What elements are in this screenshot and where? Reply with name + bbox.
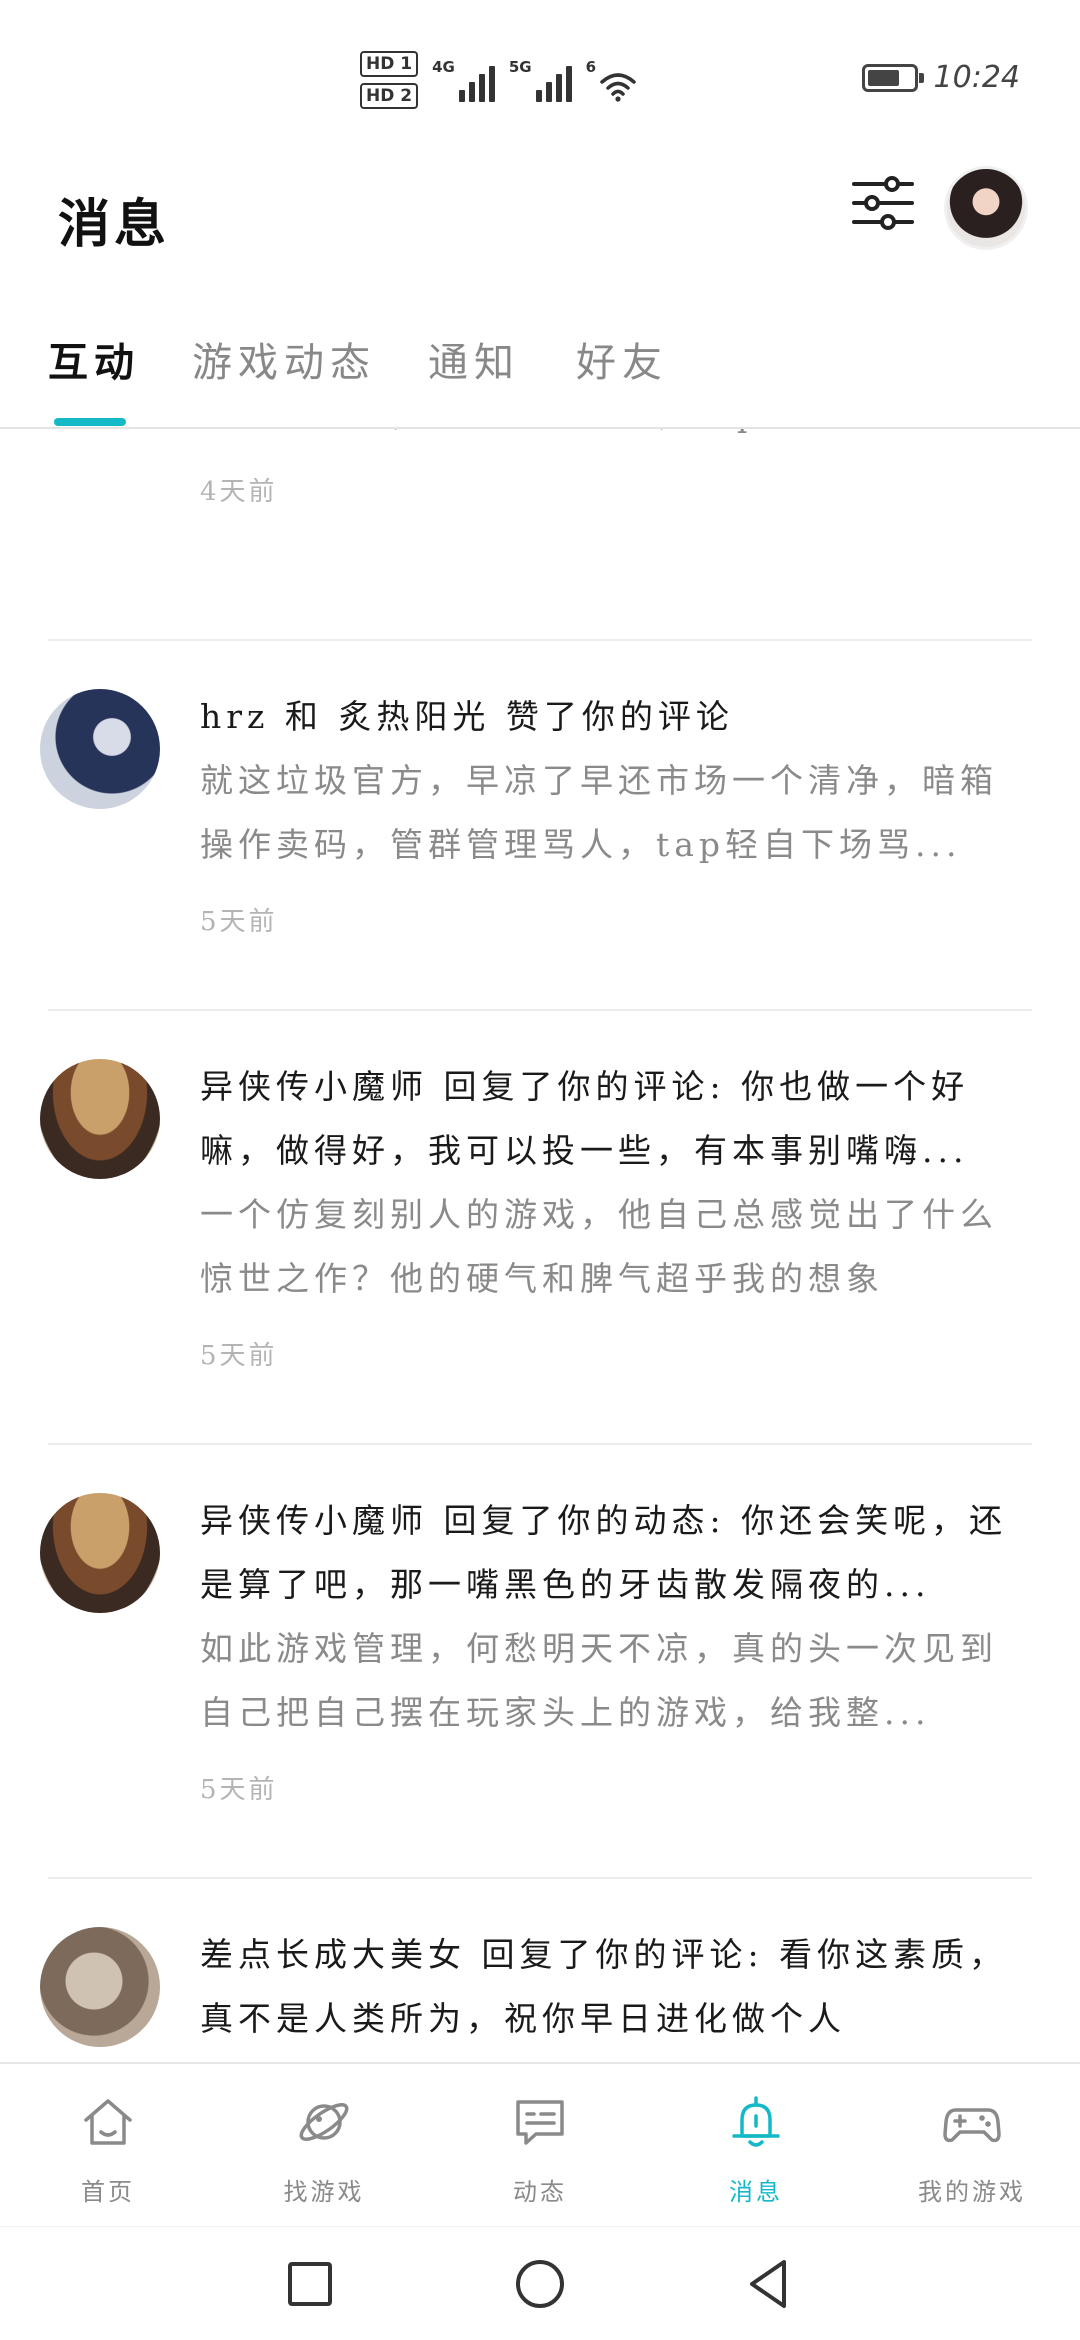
divider	[48, 1009, 1032, 1011]
sliders-icon	[852, 176, 914, 230]
tab-friends[interactable]: 好友	[576, 330, 668, 388]
notification-headline: 异侠传小魔师 回复了你的动态: 你还会笑呢，还是算了吧，那一嘴黑色的牙齿散发隔夜…	[200, 1501, 1008, 1604]
back-button[interactable]	[740, 2254, 800, 2314]
nav-home[interactable]: 首页	[0, 2064, 216, 2228]
chat-bubble-icon	[516, 2100, 564, 2145]
divider	[48, 1877, 1032, 1879]
home-icon	[84, 2099, 132, 2145]
network-indicators: HD 1 HD 2 4G 5G 6	[360, 45, 636, 115]
planet-icon	[299, 2103, 349, 2141]
timestamp: 5天前	[200, 1341, 278, 1371]
nav-find-games[interactable]: 找游戏	[216, 2064, 432, 2228]
wifi-label: 6	[585, 58, 597, 76]
clock: 10:24	[933, 60, 1020, 95]
notification-headline: 异侠传小魔师 回复了你的评论: 你也做一个好嘛，做得好，我可以投一些，有本事别嘴…	[200, 1067, 970, 1170]
nav-label: 找游戏	[283, 2178, 365, 2206]
network-type-2: 5G	[508, 58, 532, 76]
gamepad-icon	[943, 2108, 1001, 2143]
tab-active-indicator	[54, 418, 126, 426]
comment-excerpt: 箱操作卖码，管群管理骂人，tap轻自下场骂...	[200, 429, 1020, 447]
nav-label: 消息	[729, 2178, 783, 2206]
divider	[48, 639, 1032, 641]
comment-excerpt: 就这垃圾官方，早凉了早还市场一个清净，暗箱操作卖码，管群管理骂人，tap轻自下场…	[200, 761, 998, 864]
interaction-feed: 箱操作卖码，管群管理骂人，tap轻自下场骂... 4天前 hrz 和 炙热阳光 …	[0, 429, 1080, 2062]
wifi-icon: 6	[586, 58, 636, 102]
network-type-1: 4G	[432, 58, 455, 76]
system-navigation-bar	[0, 2226, 1080, 2340]
timestamp: 5天前	[200, 1775, 278, 1805]
message-tabs: 互动 游戏动态 通知 好友	[0, 330, 1080, 430]
recent-apps-button[interactable]	[280, 2254, 340, 2314]
battery-icon	[861, 63, 924, 92]
nav-feed[interactable]: 动态	[432, 2064, 648, 2228]
nav-messages[interactable]: 消息	[648, 2064, 864, 2228]
signal-icon: 4G	[432, 58, 495, 102]
bell-icon	[732, 2096, 780, 2147]
timestamp: 5天前	[200, 907, 278, 937]
comment-excerpt: 如此游戏管理，何愁明天不凉，真的头一次见到自己把自己摆在玩家头上的游戏，给我整.…	[200, 1629, 998, 1732]
status-bar: HD 1 HD 2 4G 5G 6 10:24	[0, 0, 1080, 150]
filter-settings-button[interactable]	[850, 170, 916, 236]
bottom-navigation: 首页 找游戏 动态 消息 我的游戏	[0, 2062, 1080, 2226]
avatar[interactable]	[40, 1493, 160, 1613]
tab-interaction[interactable]: 互动	[48, 330, 140, 388]
nav-label: 动态	[513, 2178, 567, 2206]
hd-badge-2: HD 2	[360, 83, 419, 109]
tab-notifications[interactable]: 通知	[428, 330, 520, 388]
comment-excerpt: 一个仿复刻别人的游戏，他自己总感觉出了什么惊世之作？他的硬气和脾气超乎我的想象	[200, 1195, 998, 1298]
home-button[interactable]	[510, 2254, 570, 2314]
notification-headline: 差点长成大美女 回复了你的评论: 看你这素质，真不是人类所为，祝你早日进化做个人	[200, 1935, 1008, 2038]
avatar[interactable]	[40, 1927, 160, 2047]
avatar[interactable]	[40, 689, 160, 809]
divider	[48, 1443, 1032, 1445]
app-header: 消息	[0, 150, 1080, 300]
nav-my-games[interactable]: 我的游戏	[864, 2064, 1080, 2228]
tab-game-news[interactable]: 游戏动态	[192, 330, 376, 388]
page-title: 消息	[58, 194, 171, 255]
avatar[interactable]	[40, 1059, 160, 1179]
user-avatar[interactable]	[944, 166, 1028, 250]
nav-label: 首页	[81, 2178, 135, 2206]
nav-label: 我的游戏	[918, 2178, 1026, 2206]
timestamp: 4天前	[200, 477, 278, 507]
notification-headline: hrz 和 炙热阳光 赞了你的评论	[200, 697, 734, 736]
hd-badge-1: HD 1	[360, 51, 419, 77]
signal-icon-2: 5G	[509, 58, 572, 102]
